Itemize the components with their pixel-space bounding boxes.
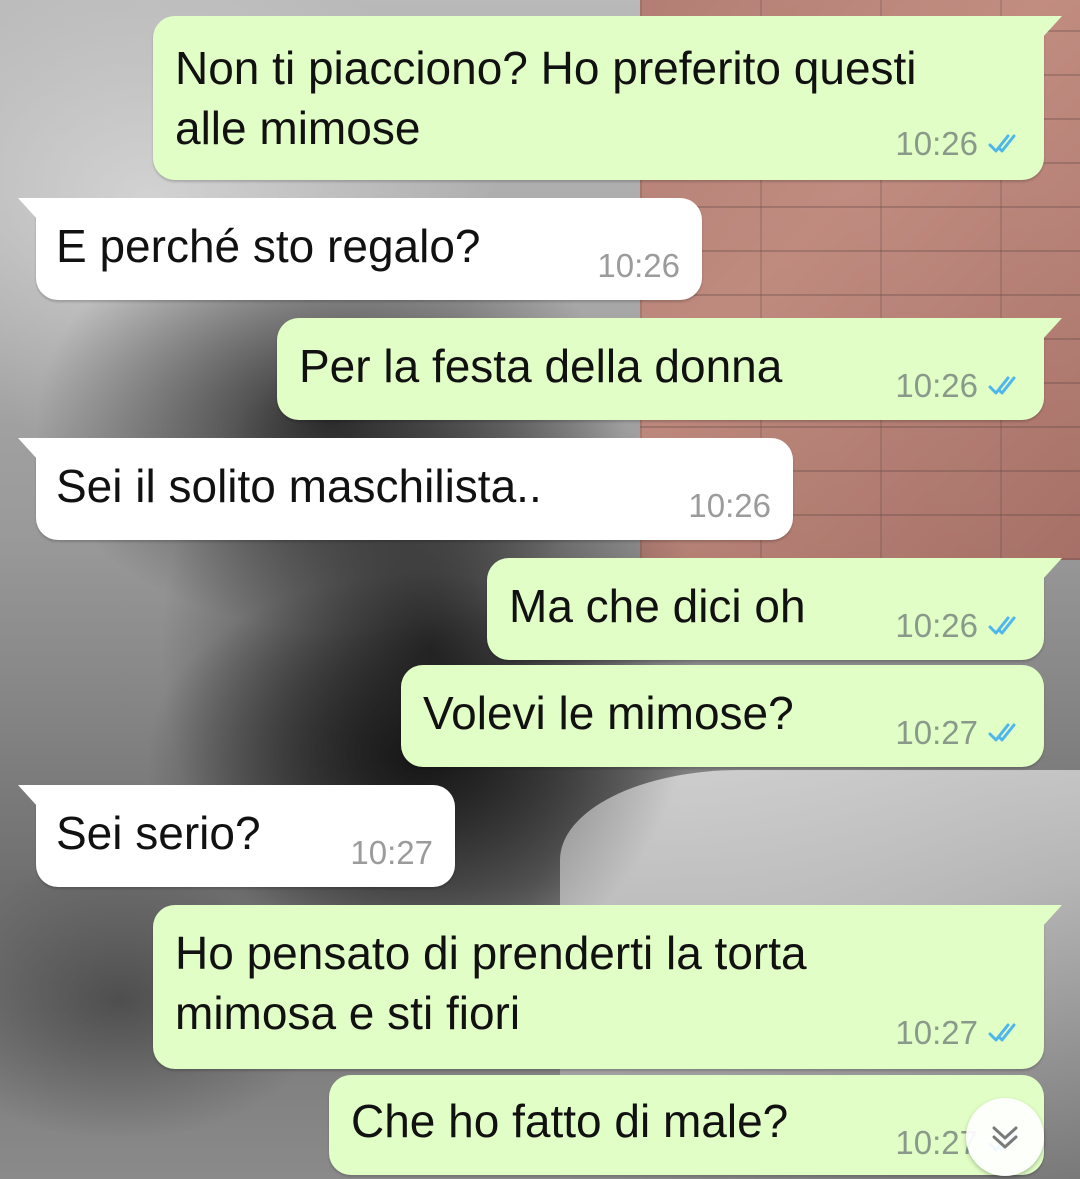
double-check-icon [988, 134, 1016, 153]
message-text: Che ho fatto di male? [351, 1095, 789, 1147]
message-time: 10:27 [895, 714, 978, 751]
message-bubble-outgoing[interactable]: Non ti piacciono? Ho preferito questi al… [153, 16, 1062, 180]
message-bubble-incoming[interactable]: E perché sto regalo? 10:26 [18, 198, 702, 300]
message-text: Volevi le mimose? [423, 687, 794, 739]
message-bubble-incoming[interactable]: Sei il solito maschilista.. 10:26 [18, 438, 793, 540]
message-meta: 10:27 [895, 1015, 1024, 1051]
scroll-to-bottom-button[interactable] [966, 1098, 1044, 1176]
double-check-icon [988, 616, 1016, 635]
message-meta: 10:26 [895, 608, 1024, 644]
message-meta: 10:26 [895, 368, 1024, 404]
message-time: 10:27 [350, 834, 433, 871]
message-text: Per la festa della donna [299, 340, 783, 392]
message-text: Non ti piacciono? Ho preferito questi al… [175, 42, 917, 154]
message-meta: 10:27 [350, 835, 433, 871]
double-check-icon [988, 376, 1016, 395]
message-time: 10:26 [597, 247, 680, 284]
message-bubble-outgoing[interactable]: Che ho fatto di male? 10:27 [329, 1075, 1044, 1175]
message-text: Sei serio? [56, 807, 261, 859]
message-time: 10:26 [895, 125, 978, 162]
message-time: 10:26 [688, 487, 771, 524]
message-meta: 10:26 [688, 488, 771, 524]
message-time: 10:26 [895, 367, 978, 404]
message-time: 10:26 [895, 607, 978, 644]
message-text: Ho pensato di prenderti la torta mimosa … [175, 927, 807, 1039]
message-bubble-outgoing[interactable]: Volevi le mimose? 10:27 [401, 665, 1044, 767]
message-bubble-incoming[interactable]: Sei serio? 10:27 [18, 785, 455, 887]
double-check-icon [988, 723, 1016, 742]
message-bubble-outgoing[interactable]: Per la festa della donna 10:26 [277, 318, 1062, 420]
message-meta: 10:26 [597, 248, 680, 284]
message-text: Sei il solito maschilista.. [56, 460, 542, 512]
double-check-icon [988, 1023, 1016, 1042]
message-meta: 10:27 [895, 715, 1024, 751]
message-time: 10:27 [895, 1014, 978, 1051]
message-bubble-outgoing[interactable]: Ma che dici oh 10:26 [487, 558, 1062, 660]
message-text: Ma che dici oh [509, 580, 806, 632]
message-bubble-outgoing[interactable]: Ho pensato di prenderti la torta mimosa … [153, 905, 1062, 1069]
message-meta: 10:26 [895, 126, 1024, 162]
message-text: E perché sto regalo? [56, 220, 481, 272]
chevron-down-icon [992, 1126, 1018, 1149]
